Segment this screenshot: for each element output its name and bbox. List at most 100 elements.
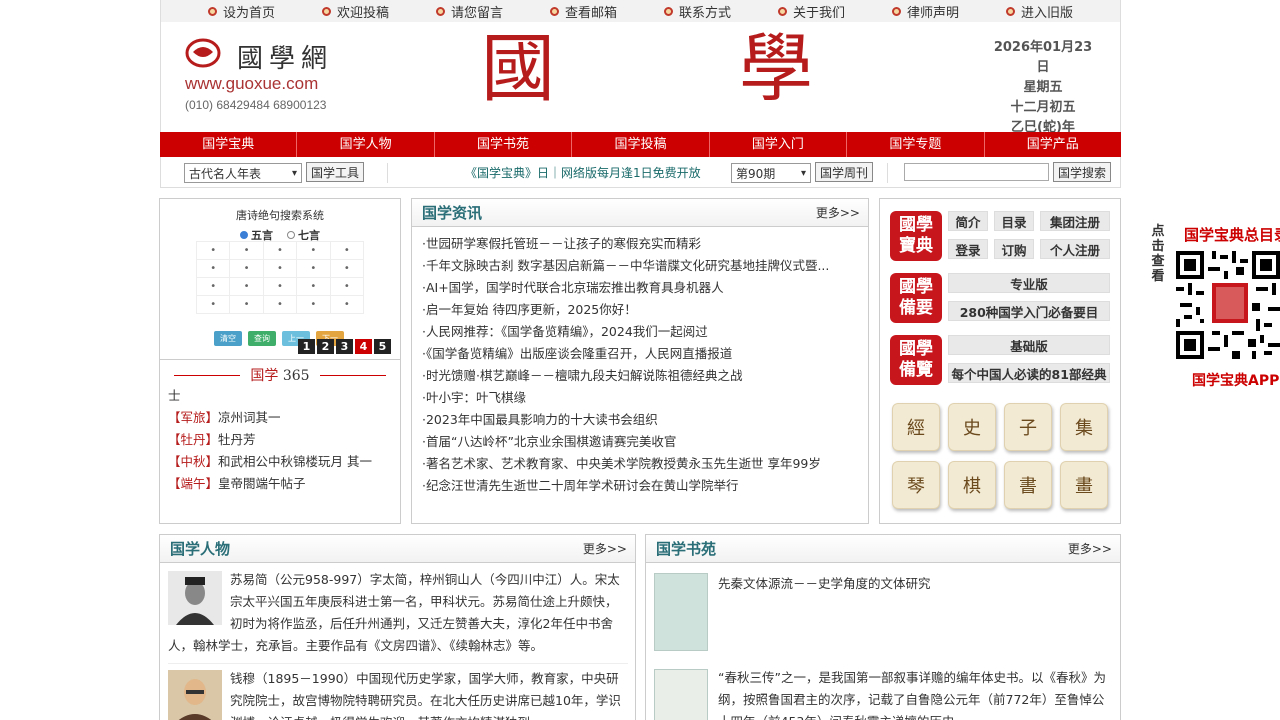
grid-cell[interactable]: •	[329, 259, 365, 278]
news-item[interactable]: ·2023年中国最具影响力的十大读书会组织	[422, 409, 868, 431]
book-item[interactable]: 先秦文体源流－－史学角度的文体研究	[654, 573, 1114, 653]
grid-cell[interactable]: •	[262, 277, 298, 296]
personal-register-button[interactable]: 个人注册	[1040, 239, 1110, 259]
news-item[interactable]: ·启一年复始 待四序更新，2025你好！	[422, 299, 868, 321]
issue-select[interactable]: 第90期	[731, 163, 811, 183]
grid-cell[interactable]: •	[229, 259, 264, 278]
menu-item-rumen[interactable]: 国学入门	[710, 132, 848, 157]
grid-cell[interactable]: •	[195, 241, 231, 260]
nav-message[interactable]: 请您留言	[435, 2, 503, 21]
nav-mail[interactable]: 查看邮箱	[549, 2, 617, 21]
nav-legal[interactable]: 律师声明	[891, 2, 959, 21]
list-item[interactable]: 士	[168, 385, 393, 407]
grid-cell[interactable]: •	[262, 241, 298, 260]
nav-set-home[interactable]: 设为首页	[207, 2, 275, 21]
ji-collections-icon[interactable]: 集	[1060, 403, 1108, 451]
guoxue-beiyao-badge[interactable]: 國學 備要	[890, 273, 942, 323]
nav-contact[interactable]: 联系方式	[663, 2, 731, 21]
pro-edition-desc[interactable]: 280种国学入门必备要目	[948, 301, 1110, 321]
menu-item-renwu[interactable]: 国学人物	[297, 132, 435, 157]
news-item[interactable]: ·AI+国学，国学时代联合北京瑞宏推出教育具身机器人	[422, 277, 868, 299]
nav-submit[interactable]: 欢迎投稿	[321, 2, 389, 21]
grid-cell[interactable]: •	[229, 277, 264, 296]
qi-chess-icon[interactable]: 棋	[948, 461, 996, 509]
grid-cell[interactable]: •	[262, 295, 298, 314]
nav-about[interactable]: 关于我们	[777, 2, 845, 21]
list-item[interactable]: 【牡丹】牡丹芳	[168, 429, 393, 451]
page-3[interactable]: 3	[336, 339, 353, 354]
grid-cell[interactable]: •	[195, 295, 231, 314]
person-item[interactable]: 苏易简（公元958-997）字太简，梓州铜山人（今四川中江）人。宋太宗太平兴国五…	[168, 569, 628, 657]
news-item[interactable]: ·时光馈赠·棋艺巅峰－－檀啸九段夫妇解说陈祖德经典之战	[422, 365, 868, 387]
grid-cell[interactable]: •	[262, 259, 298, 278]
book-item[interactable]: “春秋三传”之一，是我国第一部叙事详赡的编年体史书。以《春秋》为纲，按照鲁国君主…	[654, 667, 1114, 720]
site-logo[interactable]: 國學網 www.guoxue.com (010) 68429484 689001…	[185, 36, 345, 116]
page-4[interactable]: 4	[355, 339, 372, 354]
person-item[interactable]: 钱穆（1895－1990）中国现代历史学家，国学大师，教育家，中央研究院院士，故…	[168, 663, 628, 720]
grid-cell[interactable]: •	[329, 277, 365, 296]
grid-cell[interactable]: •	[296, 295, 331, 314]
more-link[interactable]: 更多>>	[583, 540, 627, 557]
shu-calligraphy-icon[interactable]: 書	[1004, 461, 1052, 509]
news-item[interactable]: ·著名艺术家、艺术教育家、中央美术学院教授黄永玉先生逝世 享年99岁	[422, 453, 868, 475]
jing-classics-icon[interactable]: 經	[892, 403, 940, 451]
more-link[interactable]: 更多>>	[816, 204, 860, 221]
news-item[interactable]: ·世园研学寒假托管班－－让孩子的寒假充实而精彩	[422, 233, 868, 255]
weekly-button[interactable]: 国学周刊	[815, 162, 873, 182]
grid-cell[interactable]: •	[195, 259, 231, 278]
list-item[interactable]: 【端午】皇帝閤端午帖子	[168, 473, 393, 495]
grid-cell[interactable]: •	[296, 277, 331, 296]
news-item[interactable]: ·千年文脉映古刹 数字基因启新篇－－中华谱牒文化研究基地挂牌仪式暨...	[422, 255, 868, 277]
qin-zither-icon[interactable]: 琴	[892, 461, 940, 509]
clear-button[interactable]: 清空	[214, 331, 242, 346]
grid-cell[interactable]: •	[229, 241, 264, 260]
query-button[interactable]: 查询	[248, 331, 276, 346]
page-2[interactable]: 2	[317, 339, 334, 354]
menu-item-tougao[interactable]: 国学投稿	[572, 132, 710, 157]
intro-button[interactable]: 简介	[948, 211, 988, 231]
grid-cell[interactable]: •	[329, 295, 365, 314]
guoxue-baodian-badge[interactable]: 國學 寶典	[890, 211, 942, 261]
grid-cell[interactable]: •	[329, 241, 365, 260]
news-item[interactable]: ·《国学备览精编》出版座谈会隆重召开，人民网直播报道	[422, 343, 868, 365]
grid-cell[interactable]: •	[195, 277, 231, 296]
login-button[interactable]: 登录	[948, 239, 988, 259]
promo-link[interactable]: 《国学宝典》日｜网络版每月逢1日免费开放	[465, 164, 701, 181]
nav-old-version[interactable]: 进入旧版	[1005, 2, 1073, 21]
zi-philosophers-icon[interactable]: 子	[1004, 403, 1052, 451]
grid-cell[interactable]: •	[296, 259, 331, 278]
side-catalog-title[interactable]: 国学宝典总目录	[1184, 224, 1280, 245]
guoxue-beilan-badge[interactable]: 國學 備覽	[890, 335, 942, 385]
side-click-text[interactable]: 点 击 查 看	[1150, 224, 1166, 284]
news-item[interactable]: ·纪念汪世清先生逝世二十周年学术研讨会在黄山学院举行	[422, 475, 868, 497]
hua-painting-icon[interactable]: 畫	[1060, 461, 1108, 509]
news-item[interactable]: ·首届“八达岭杯”北京业余围棋邀请赛完美收官	[422, 431, 868, 453]
pro-edition-button[interactable]: 专业版	[948, 273, 1110, 293]
list-item[interactable]: 【军旅】凉州词其一	[168, 407, 393, 429]
page-5[interactable]: 5	[374, 339, 391, 354]
news-item[interactable]: ·人民网推荐：《国学备览精编》，2024我们一起阅过	[422, 321, 868, 343]
basic-edition-button[interactable]: 基础版	[948, 335, 1110, 355]
menu-item-baodian[interactable]: 国学宝典	[160, 132, 298, 157]
side-app-title[interactable]: 国学宝典APP	[1192, 370, 1279, 390]
group-register-button[interactable]: 集团注册	[1040, 211, 1110, 231]
header-char-guo: 國	[481, 26, 555, 112]
list-item[interactable]: 【中秋】和武相公中秋锦楼玩月 其一	[168, 451, 393, 473]
menu-item-shuyuan[interactable]: 国学书苑	[435, 132, 573, 157]
basic-edition-desc[interactable]: 每个中国人必读的81部经典	[948, 363, 1110, 383]
qr-code-icon[interactable]	[1176, 251, 1280, 359]
grid-cell[interactable]: •	[296, 241, 331, 260]
tools-button[interactable]: 国学工具	[306, 162, 364, 182]
grid-cell[interactable]: •	[229, 295, 264, 314]
tools-select[interactable]: 古代名人年表	[184, 163, 302, 183]
order-button[interactable]: 订购	[994, 239, 1034, 259]
catalog-button[interactable]: 目录	[994, 211, 1034, 231]
news-item[interactable]: ·叶小宇：叶飞棋缘	[422, 387, 868, 409]
menu-item-zhuanti[interactable]: 国学专题	[847, 132, 985, 157]
search-button[interactable]: 国学搜索	[1053, 162, 1111, 182]
menu-item-chanpin[interactable]: 国学产品	[985, 132, 1121, 157]
search-input[interactable]	[904, 163, 1049, 181]
shi-history-icon[interactable]: 史	[948, 403, 996, 451]
more-link[interactable]: 更多>>	[1068, 540, 1112, 557]
page-1[interactable]: 1	[298, 339, 315, 354]
